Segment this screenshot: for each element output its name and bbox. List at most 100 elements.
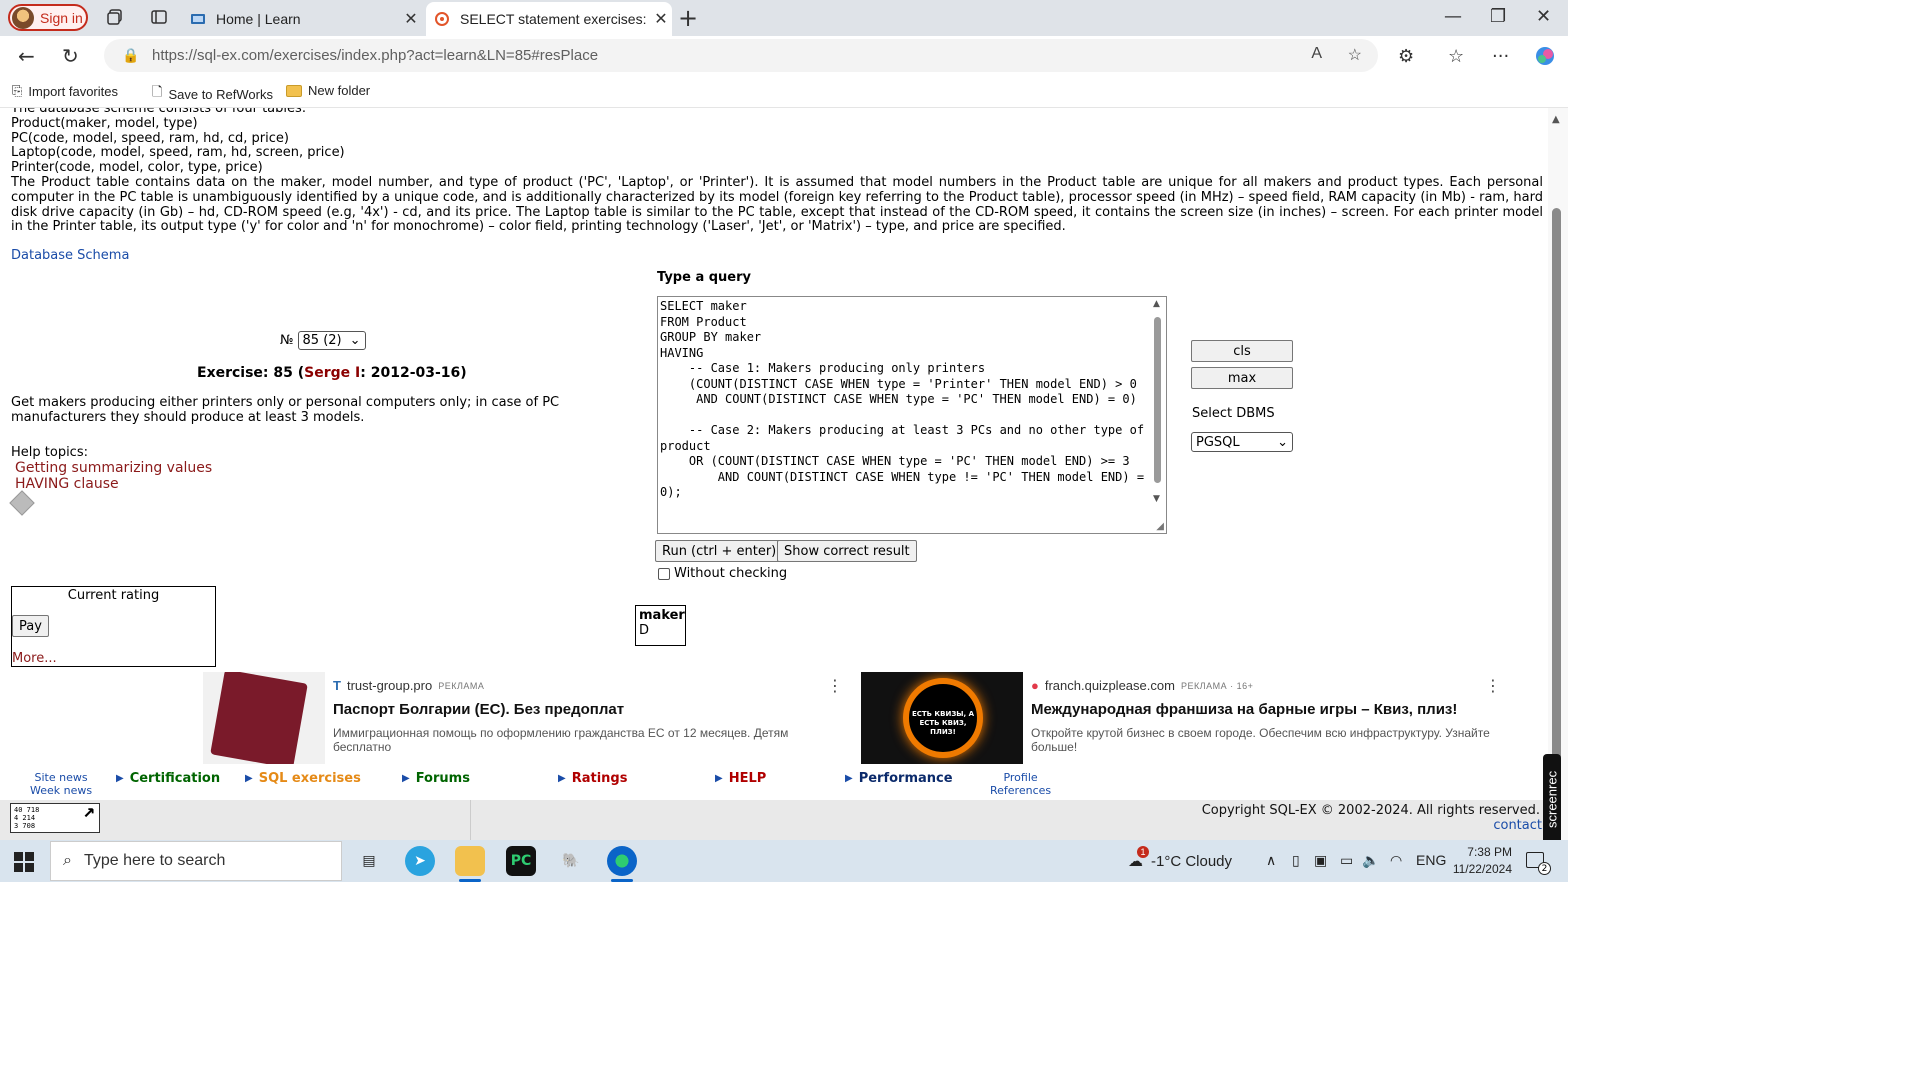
- screenrec-overlay[interactable]: screenrec: [1543, 754, 1561, 844]
- help-link-summarizing[interactable]: Getting summarizing values: [15, 460, 212, 476]
- copilot-icon[interactable]: [1534, 45, 1556, 67]
- more-menu-icon[interactable]: ···: [1492, 46, 1509, 67]
- without-checking[interactable]: Without checking: [658, 566, 787, 581]
- taskbar-search[interactable]: ⌕ Type here to search: [50, 841, 342, 881]
- clock[interactable]: 7:38 PM 11/22/2024: [1448, 844, 1512, 878]
- avatar: [12, 6, 34, 29]
- menu-performance[interactable]: ▶ Performance: [845, 771, 953, 786]
- exercise-select-value: 85 (2): [302, 333, 342, 348]
- language-indicator[interactable]: ENG: [1416, 852, 1446, 868]
- help-link-having[interactable]: HAVING clause: [15, 476, 212, 492]
- search-placeholder: Type here to search: [83, 852, 226, 869]
- ad-card[interactable]: T trust-group.pro РЕКЛАМА Паспорт Болгар…: [203, 672, 853, 764]
- menu-ratings[interactable]: ▶ Ratings: [558, 771, 627, 786]
- lock-icon[interactable]: 🔒: [122, 47, 139, 64]
- menu-certification[interactable]: ▶ Certification: [116, 771, 220, 786]
- import-favorites[interactable]: ⎘ Import favorites: [12, 83, 118, 99]
- contact-link[interactable]: contact: [1493, 818, 1542, 833]
- windows-start-icon[interactable]: [14, 852, 34, 872]
- week-news-link[interactable]: Week news: [30, 784, 92, 797]
- wifi-icon[interactable]: ◠: [1390, 852, 1402, 869]
- resize-grip-icon[interactable]: ◢: [1156, 521, 1164, 532]
- monitor-icon[interactable]: ▣: [1314, 852, 1327, 869]
- editor-scrollbar[interactable]: ▲ ▼: [1152, 299, 1164, 531]
- tab-sql-exercises[interactable]: SELECT statement exercises: learn ✕: [426, 2, 672, 36]
- read-aloud-icon[interactable]: A: [1311, 45, 1322, 63]
- telegram-icon[interactable]: ➤: [405, 846, 435, 876]
- references-link[interactable]: References: [990, 784, 1051, 797]
- tab-home-learn[interactable]: Home | Learn ✕: [182, 2, 422, 36]
- close-tab-icon[interactable]: ✕: [650, 9, 672, 29]
- more-link[interactable]: More...: [12, 651, 57, 666]
- query-textarea[interactable]: SELECT maker FROM Product GROUP BY maker…: [657, 296, 1167, 534]
- refresh-icon[interactable]: ↻: [62, 44, 79, 68]
- exercise-select[interactable]: 85 (2) ⌄: [297, 331, 366, 350]
- taskbar: ⌕ Type here to search ▤ ➤ PC 🐘 ☁ 1 -1°C C…: [0, 840, 1568, 882]
- schema-line: PC(code, model, speed, ram, hd, cd, pric…: [11, 130, 289, 146]
- menu-help[interactable]: ▶ HELP: [715, 771, 766, 786]
- search-icon: ⌕: [63, 852, 72, 869]
- notifications-icon[interactable]: 2: [1526, 852, 1551, 875]
- menu-sql-exercises[interactable]: ▶ SQL exercises: [245, 771, 361, 786]
- new-folder[interactable]: New folder: [286, 83, 370, 98]
- save-to-refworks[interactable]: 🗋 Save to RefWorks: [152, 83, 273, 105]
- page-scrollbar[interactable]: ▲: [1548, 108, 1568, 840]
- footer-divider: [470, 800, 471, 840]
- site-news-link[interactable]: Site news: [35, 771, 88, 784]
- pay-button[interactable]: Pay: [12, 615, 49, 637]
- close-tab-icon[interactable]: ✕: [400, 9, 422, 29]
- task-view-icon[interactable]: ▤: [354, 846, 384, 876]
- vertical-tabs-icon[interactable]: [150, 8, 168, 26]
- tray-chevron-up-icon[interactable]: ∧: [1266, 852, 1276, 869]
- workspaces-icon[interactable]: [106, 8, 124, 26]
- minimize-icon[interactable]: —: [1444, 6, 1462, 27]
- query-text: SELECT maker FROM Product GROUP BY maker…: [660, 299, 1145, 499]
- ad-headline[interactable]: Международная франшиза на барные игры – …: [1031, 701, 1457, 718]
- weather-widget[interactable]: ☁ 1 -1°C Cloudy: [1128, 846, 1232, 870]
- dbms-select[interactable]: PGSQL ⌄: [1191, 432, 1293, 452]
- favorite-star-icon[interactable]: ☆: [1348, 45, 1362, 65]
- back-icon[interactable]: ←: [18, 44, 35, 68]
- phone-link-icon[interactable]: ▯: [1292, 852, 1300, 869]
- volume-icon[interactable]: 🔈: [1362, 852, 1379, 869]
- sign-in-button[interactable]: Sign in: [8, 4, 88, 31]
- pycharm-icon[interactable]: PC: [506, 846, 536, 876]
- close-window-icon[interactable]: ✕: [1536, 6, 1551, 27]
- file-explorer-icon[interactable]: [455, 846, 485, 882]
- scroll-down-icon[interactable]: ▼: [1153, 494, 1160, 504]
- postgresql-icon[interactable]: 🐘: [556, 846, 586, 876]
- exercise-title-prefix: Exercise: 85 (: [197, 365, 305, 381]
- favorites-icon[interactable]: ☆: [1448, 46, 1464, 67]
- sql-ex-favicon-icon: [435, 12, 449, 26]
- edge-icon[interactable]: [607, 846, 637, 882]
- run-button[interactable]: Run (ctrl + enter): [655, 540, 784, 562]
- maximize-icon[interactable]: ❐: [1490, 6, 1506, 27]
- database-schema-link[interactable]: Database Schema: [11, 248, 129, 263]
- ad-card[interactable]: ЕСТЬ КВИЗЫ, А ЕСТЬ КВИЗ, ПЛИЗ! ● franch.…: [861, 672, 1511, 764]
- exercise-title-suffix: : 2012-03-16): [360, 365, 467, 381]
- news-links: Site news Week news: [30, 771, 92, 797]
- ad-menu-icon[interactable]: ⋮: [827, 676, 843, 695]
- show-correct-result-button[interactable]: Show correct result: [777, 540, 917, 562]
- scroll-thumb[interactable]: [1552, 208, 1561, 828]
- profile-link[interactable]: Profile: [1003, 771, 1037, 784]
- visit-counter[interactable]: 40 718 4 214 3 708 ↗: [10, 800, 100, 833]
- scroll-up-icon[interactable]: ▲: [1552, 114, 1560, 125]
- cls-button[interactable]: cls: [1191, 340, 1293, 362]
- exercise-author[interactable]: Serge I: [304, 365, 360, 381]
- new-tab-icon[interactable]: +: [678, 4, 698, 32]
- scroll-up-icon[interactable]: ▲: [1153, 299, 1160, 309]
- battery-icon[interactable]: ▭: [1340, 852, 1353, 869]
- ad-image: ЕСТЬ КВИЗЫ, А ЕСТЬ КВИЗ, ПЛИЗ!: [861, 672, 1023, 764]
- extensions-icon[interactable]: ⚙: [1398, 46, 1414, 67]
- address-bar[interactable]: 🔒 https://sql-ex.com/exercises/index.php…: [104, 39, 1378, 72]
- ad-headline[interactable]: Паспорт Болгарии (ЕС). Без предоплат: [333, 701, 624, 718]
- scroll-thumb[interactable]: [1154, 317, 1161, 483]
- max-button[interactable]: max: [1191, 367, 1293, 389]
- ad-menu-icon[interactable]: ⋮: [1485, 676, 1501, 695]
- without-checking-checkbox[interactable]: [658, 567, 670, 580]
- hint-diamond-icon[interactable]: [9, 490, 35, 516]
- menu-forums[interactable]: ▶ Forums: [402, 771, 470, 786]
- ad-tag: РЕКЛАМА: [438, 680, 485, 691]
- without-checking-label: Without checking: [674, 566, 788, 581]
